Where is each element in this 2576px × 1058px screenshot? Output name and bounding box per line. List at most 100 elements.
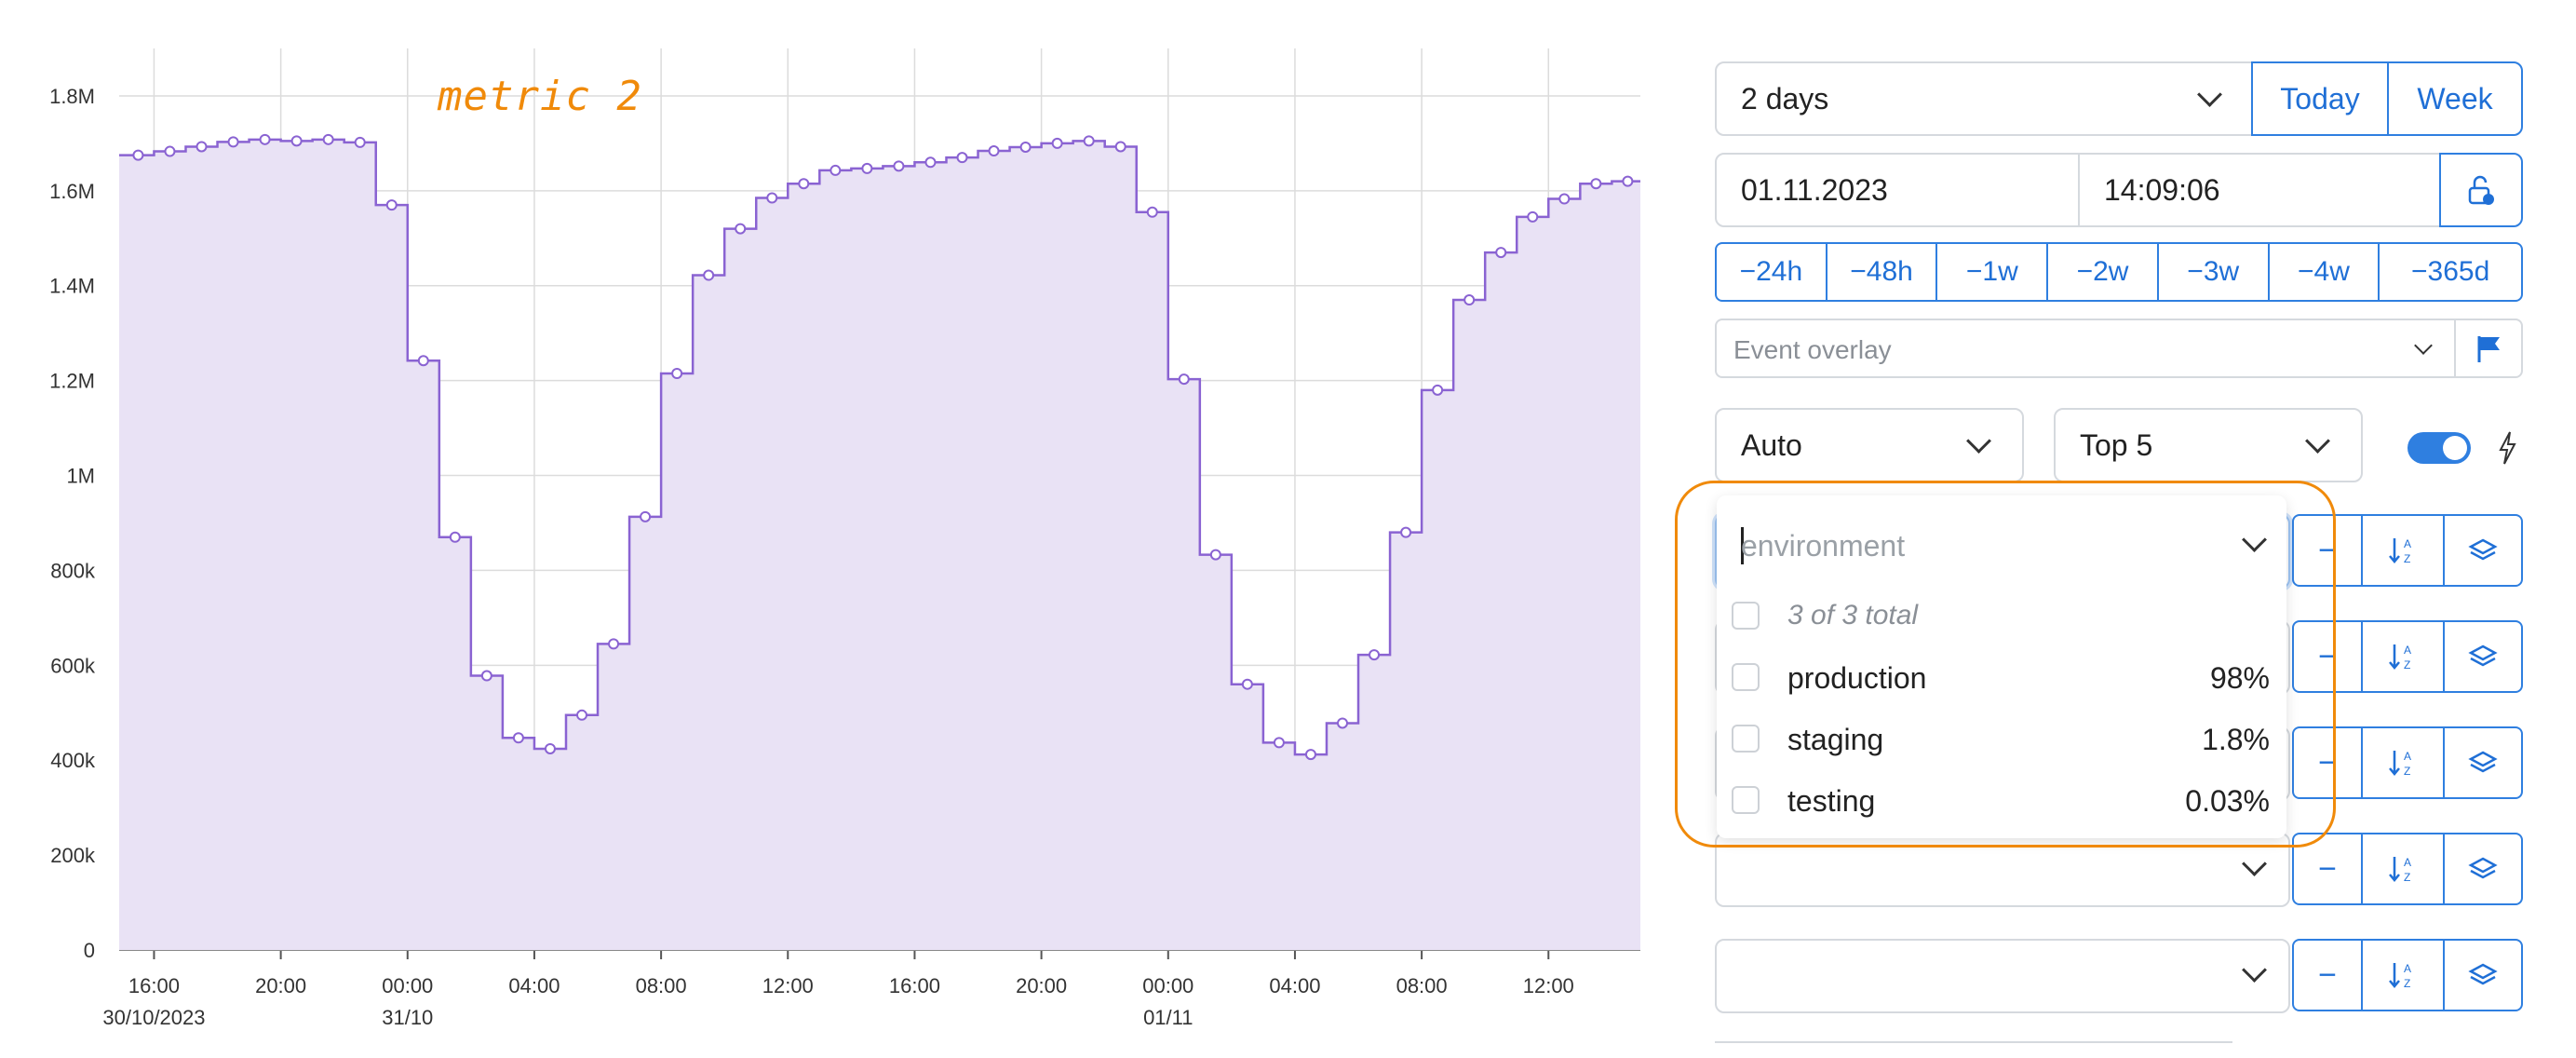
svg-text:A: A	[2404, 750, 2411, 763]
sort-button[interactable]: AZ	[2361, 726, 2445, 799]
dimension-search-input[interactable]: environment	[1717, 518, 2286, 576]
layers-button[interactable]	[2443, 620, 2523, 693]
y-tick-label: 1.8M	[49, 85, 95, 108]
quick-range-365d[interactable]: −365d	[2380, 244, 2521, 300]
quick-range-3w[interactable]: −3w	[2159, 244, 2270, 300]
data-point	[1463, 294, 1476, 306]
option-staging[interactable]: staging 1.8%	[1717, 712, 2286, 767]
option-checkbox[interactable]	[1732, 725, 1760, 753]
y-tick-label: 0	[84, 939, 95, 962]
chart-area: 0 200k 400k 600k 800k 1M 1.2M 1.4M 1.6M 1.8M 16:00…	[0, 0, 1676, 1056]
sort-button[interactable]: AZ	[2361, 514, 2445, 587]
data-point	[1304, 749, 1316, 761]
data-point	[1083, 135, 1095, 147]
quick-range-1w[interactable]: −1w	[1937, 244, 2049, 300]
dimension-select-4[interactable]	[1715, 833, 2290, 907]
option-testing[interactable]: testing 0.03%	[1717, 773, 2286, 829]
sort-az-icon: AZ	[2389, 750, 2411, 778]
remove-dimension-button[interactable]: −	[2292, 620, 2363, 693]
chevron-down-icon	[2197, 82, 2222, 107]
remove-dimension-button[interactable]: −	[2292, 726, 2363, 799]
layers-button[interactable]	[2443, 939, 2523, 1011]
data-point	[512, 732, 524, 744]
data-point	[1178, 373, 1190, 386]
dimension-dropdown: environment 3 of 3 total production 98% …	[1717, 495, 2286, 838]
time-input[interactable]: 14:09:06	[2078, 153, 2441, 227]
quick-range-48h[interactable]: −48h	[1827, 244, 1938, 300]
chevron-down-icon	[2242, 851, 2267, 876]
event-flag-button[interactable]	[2454, 319, 2523, 378]
y-tick-label: 1.4M	[49, 275, 95, 298]
layers-button[interactable]	[2443, 726, 2523, 799]
chevron-down-icon	[2242, 957, 2267, 983]
sort-az-icon: AZ	[2389, 856, 2411, 884]
quick-range-group: −24h −48h −1w −2w −3w −4w −365d	[1715, 242, 2523, 302]
data-point	[227, 136, 239, 148]
svg-text:A: A	[2404, 537, 2411, 550]
data-point	[1432, 384, 1444, 396]
quick-range-2w[interactable]: −2w	[2048, 244, 2159, 300]
chevron-down-icon	[2305, 428, 2330, 454]
minus-label: −	[2318, 638, 2337, 674]
sort-button[interactable]: AZ	[2361, 833, 2445, 905]
data-point	[1209, 549, 1221, 561]
limit-select[interactable]: Top 5	[2054, 408, 2363, 482]
sort-button[interactable]: AZ	[2361, 620, 2445, 693]
x-tick-label: 08:00	[636, 974, 687, 997]
y-tick-label: 1M	[66, 465, 95, 488]
x-tick-label: 04:00	[1269, 974, 1320, 997]
layers-icon	[2468, 644, 2498, 667]
layers-button[interactable]	[2443, 514, 2523, 587]
x-tick-label: 16:00	[128, 974, 180, 997]
svg-text:Z: Z	[2404, 552, 2410, 565]
option-production[interactable]: production 98%	[1717, 650, 2286, 706]
data-point	[1019, 141, 1032, 153]
range-select[interactable]: 2 days	[1715, 61, 2255, 136]
option-pct: 98%	[2209, 661, 2270, 695]
data-point	[1369, 649, 1381, 661]
toggle-knob	[2443, 436, 2467, 460]
today-button[interactable]: Today	[2251, 61, 2389, 136]
remove-dimension-button[interactable]: −	[2292, 939, 2363, 1011]
layers-icon	[2468, 857, 2498, 879]
remove-dimension-button[interactable]: −	[2292, 833, 2363, 905]
x-tick-sublabel: 30/10/2023	[102, 1006, 205, 1029]
y-tick-label: 600k	[50, 654, 96, 677]
x-tick-label: 20:00	[1016, 974, 1067, 997]
x-tick-sublabel: 01/11	[1143, 1006, 1193, 1029]
data-point	[259, 133, 271, 145]
aggregation-select[interactable]: Auto	[1715, 408, 2024, 482]
live-toggle[interactable]	[2407, 432, 2471, 464]
event-overlay-select[interactable]: Event overlay	[1715, 319, 2456, 378]
data-point	[385, 199, 398, 211]
data-point	[1241, 678, 1253, 690]
lightning-icon	[2499, 431, 2516, 465]
date-input[interactable]: 01.11.2023	[1715, 153, 2080, 227]
x-tick-label: 12:00	[1523, 974, 1574, 997]
week-button[interactable]: Week	[2387, 61, 2523, 136]
remove-dimension-button[interactable]: −	[2292, 514, 2363, 587]
option-pct: 1.8%	[2202, 723, 2270, 756]
dimension-row-buttons: − A Z	[2292, 514, 2523, 587]
data-point	[608, 638, 620, 650]
option-checkbox[interactable]	[1732, 663, 1760, 691]
dimension-row-buttons: − A Z	[2292, 620, 2523, 693]
quick-range-4w[interactable]: −4w	[2270, 244, 2380, 300]
dimension-select-5[interactable]	[1715, 939, 2290, 1013]
option-label: testing	[1787, 784, 1876, 818]
series-area	[119, 139, 1640, 950]
data-point	[703, 269, 715, 281]
select-all-row[interactable]: 3 of 3 total	[1717, 589, 2286, 644]
event-overlay-placeholder: Event overlay	[1733, 335, 1892, 364]
layers-button[interactable]	[2443, 833, 2523, 905]
data-point	[354, 136, 366, 148]
option-checkbox[interactable]	[1732, 786, 1760, 814]
time-value: 14:09:06	[2104, 173, 2220, 207]
quick-range-24h[interactable]: −24h	[1717, 244, 1827, 300]
data-point	[640, 510, 652, 522]
x-tick-label: 20:00	[255, 974, 306, 997]
unlock-button[interactable]	[2439, 153, 2523, 227]
select-all-checkbox[interactable]	[1732, 602, 1760, 630]
sort-button[interactable]: AZ	[2361, 939, 2445, 1011]
data-point	[893, 160, 905, 172]
